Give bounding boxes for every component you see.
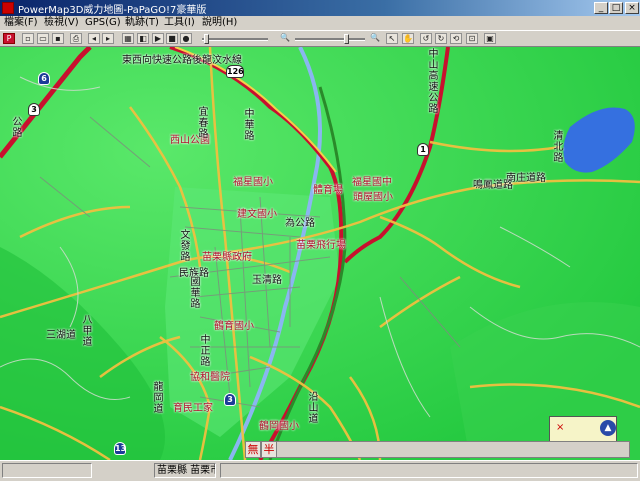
map-label: 三湖道 <box>46 330 76 341</box>
map-label: 公路 <box>12 117 23 139</box>
map-label: 鳴鳳道路 <box>473 180 513 191</box>
measure-icon[interactable]: ⊡ <box>466 33 478 44</box>
route-shield: 13 <box>114 442 127 455</box>
refresh-icon[interactable]: ⟲ <box>450 33 462 44</box>
map-label: 文發路 <box>180 230 191 263</box>
toolbar: P ▫ ▭ ▪ ⎙ ◂ ▸ ▦ ◧ ▶ ■ ● 🔍 🔍 ↖ ✋ ↺ ↻ ⟲ ⊡ … <box>0 30 640 47</box>
menu-track[interactable]: 軌跡(T) <box>125 16 159 30</box>
menu-help[interactable]: 說明(H) <box>202 16 237 30</box>
app-icon[interactable] <box>2 2 14 14</box>
map-label: 龍岡道 <box>153 382 164 415</box>
map-label-poi: 福星國中 <box>352 177 392 188</box>
minimize-button[interactable]: _ <box>594 2 608 14</box>
menu-bar: 檔案(F) 檢視(V) GPS(G) 軌跡(T) 工具(I) 說明(H) <box>0 16 640 30</box>
status-bar: 苗栗縣 苗栗市 <box>0 460 640 481</box>
compass-north-icon[interactable]: ▲ <box>600 420 616 436</box>
rotate-left-icon[interactable]: ↺ <box>420 33 432 44</box>
zoom-in-icon[interactable]: 🔍 <box>369 33 381 44</box>
papago-logo-icon[interactable]: P <box>3 33 15 44</box>
map-label-poi: 福星國小 <box>233 177 273 188</box>
map-label: 玉清路 <box>252 275 282 286</box>
map-label-poi: 苗栗縣政府 <box>202 252 252 263</box>
close-button[interactable]: × <box>625 2 639 14</box>
window-title: PowerMap3D威力地圖-PaPaGO!7豪華版 <box>18 5 207 16</box>
track-slider-thumb[interactable] <box>204 34 209 44</box>
map-3d-icon[interactable]: ◧ <box>137 33 149 44</box>
map-label-poi: 鶴岡國小 <box>259 421 299 432</box>
map-label: 中正路 <box>200 335 211 368</box>
marker-icon[interactable]: × <box>556 422 564 433</box>
ime-composition-bar <box>276 441 630 458</box>
layer-icon[interactable]: ▣ <box>484 33 496 44</box>
print-icon[interactable]: ⎙ <box>70 33 82 44</box>
map-label-poi: 協和醫院 <box>190 372 230 383</box>
zoom-slider[interactable] <box>295 38 365 41</box>
menu-gps[interactable]: GPS(G) <box>85 16 121 30</box>
route-shield: 1 <box>417 143 429 156</box>
map-label-poi: 體育場 <box>313 185 343 196</box>
map-label: 東西向快速公路後龍汶水線 <box>122 55 242 66</box>
menu-view[interactable]: 檢視(V) <box>44 16 79 30</box>
track-slider[interactable] <box>202 38 268 41</box>
route-shield: 3 <box>28 103 40 116</box>
hand-pan-icon[interactable]: ✋ <box>402 33 414 44</box>
play-icon[interactable]: ▶ <box>152 33 164 44</box>
rotate-right-icon[interactable]: ↻ <box>435 33 447 44</box>
map-canvas <box>0 47 640 460</box>
map-label: 國華路 <box>190 277 201 310</box>
zoom-slider-thumb[interactable] <box>343 34 349 44</box>
map-label-poi: 育民工家 <box>173 403 213 414</box>
status-location: 苗栗縣 苗栗市 <box>154 463 216 478</box>
status-pane-info <box>220 463 638 478</box>
new-file-icon[interactable]: ▫ <box>22 33 34 44</box>
route-shield: 6 <box>38 72 50 85</box>
open-folder-icon[interactable]: ▭ <box>37 33 49 44</box>
compass-widget[interactable]: × ▲ <box>549 416 617 442</box>
ime-mode-indicator[interactable]: 無 <box>245 441 261 458</box>
back-icon[interactable]: ◂ <box>88 33 100 44</box>
map-view[interactable]: 東西向快速公路後龍汶水線 中山高速公路 西山公園 宜春路 中華路 福星國小 體育… <box>0 47 640 460</box>
map-label: 為公路 <box>285 218 315 229</box>
title-bar[interactable]: PowerMap3D威力地圖-PaPaGO!7豪華版 _ □ × <box>0 0 640 16</box>
ime-width-indicator[interactable]: 半 <box>261 441 277 458</box>
map-label: 宜春路 <box>198 107 209 140</box>
zoom-out-icon[interactable]: 🔍 <box>279 33 291 44</box>
map-label: 八甲道 <box>82 315 93 348</box>
map-label: 中華路 <box>244 109 255 142</box>
forward-icon[interactable]: ▸ <box>102 33 114 44</box>
map-label-poi: 建文國小 <box>237 209 277 220</box>
menu-file[interactable]: 檔案(F) <box>4 16 38 30</box>
map-label-poi: 苗栗飛行場 <box>296 240 346 251</box>
map-label: 沿山道 <box>308 392 319 425</box>
record-icon[interactable]: ● <box>180 33 192 44</box>
map-2d-icon[interactable]: ▦ <box>122 33 134 44</box>
route-shield: 126 <box>226 65 244 78</box>
maximize-button[interactable]: □ <box>609 2 623 14</box>
route-shield: 3 <box>224 393 236 406</box>
menu-tools[interactable]: 工具(I) <box>164 16 195 30</box>
map-label-poi: 頭屋國小 <box>353 192 393 203</box>
map-label: 中山高速公路 <box>428 49 439 115</box>
stop-icon[interactable]: ■ <box>166 33 178 44</box>
save-icon[interactable]: ▪ <box>52 33 64 44</box>
status-pane-empty <box>2 463 92 478</box>
map-label-poi: 鶴育國小 <box>214 321 254 332</box>
map-label: 清北路 <box>553 131 564 164</box>
pointer-icon[interactable]: ↖ <box>386 33 398 44</box>
